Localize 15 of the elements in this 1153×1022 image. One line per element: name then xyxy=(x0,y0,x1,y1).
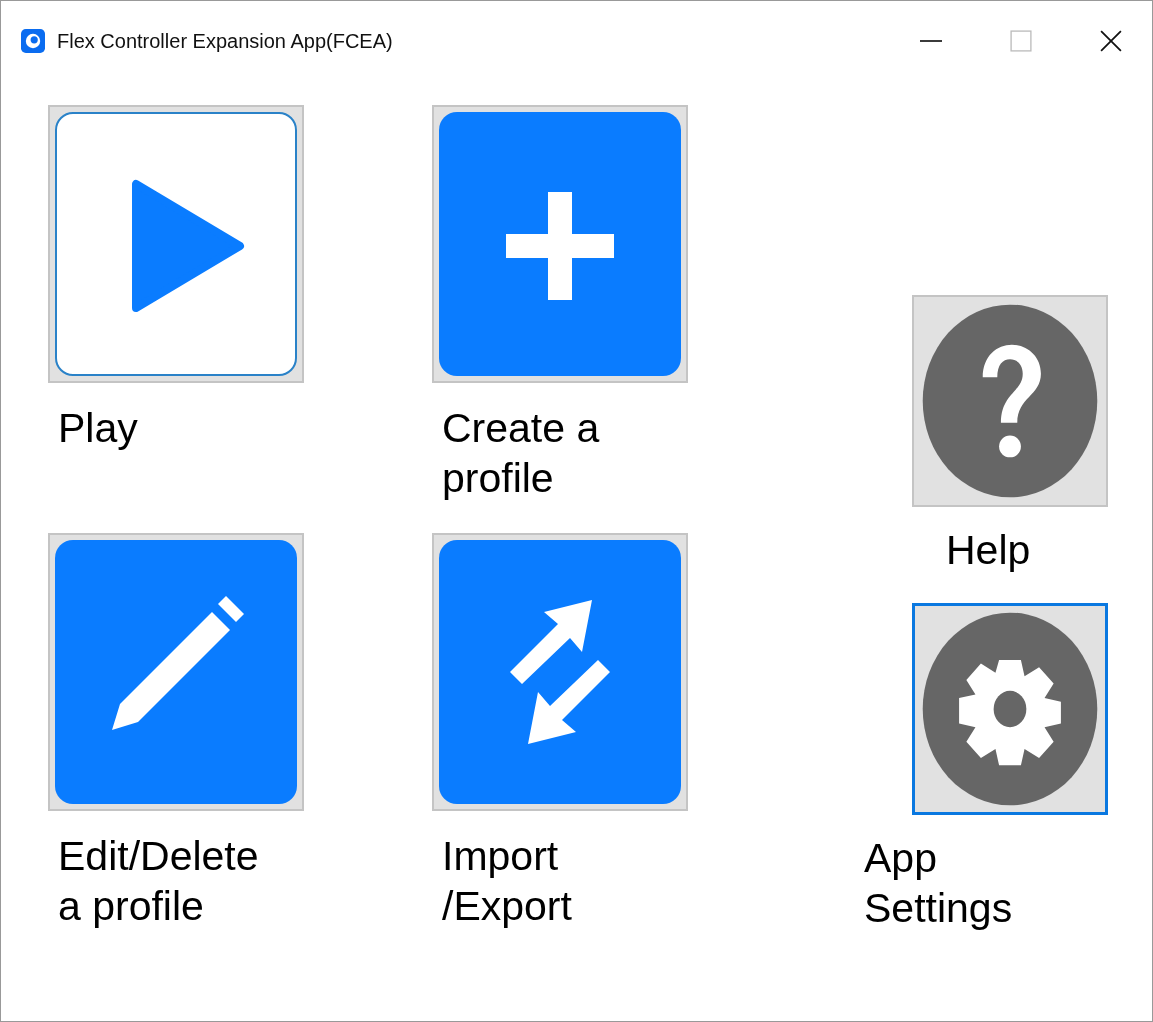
tile-label: Help xyxy=(946,526,1032,575)
tile-button[interactable] xyxy=(48,533,304,811)
tile-button[interactable] xyxy=(48,105,304,383)
tile-button[interactable] xyxy=(912,603,1108,815)
tile-label: Import /Export xyxy=(442,832,573,931)
tile-label: App Settings xyxy=(864,834,1014,933)
window-title: Flex Controller Expansion App(FCEA) xyxy=(57,29,393,53)
tile-button[interactable] xyxy=(912,295,1108,507)
app-logo-icon xyxy=(21,29,45,53)
tile-label: Create a profile xyxy=(442,404,601,503)
tile-button[interactable] xyxy=(432,105,688,383)
tile-label: Edit/Delete a profile xyxy=(58,832,260,931)
close-icon[interactable] xyxy=(1100,30,1122,52)
tile-label: Play xyxy=(58,404,139,453)
tile-button[interactable] xyxy=(432,533,688,811)
